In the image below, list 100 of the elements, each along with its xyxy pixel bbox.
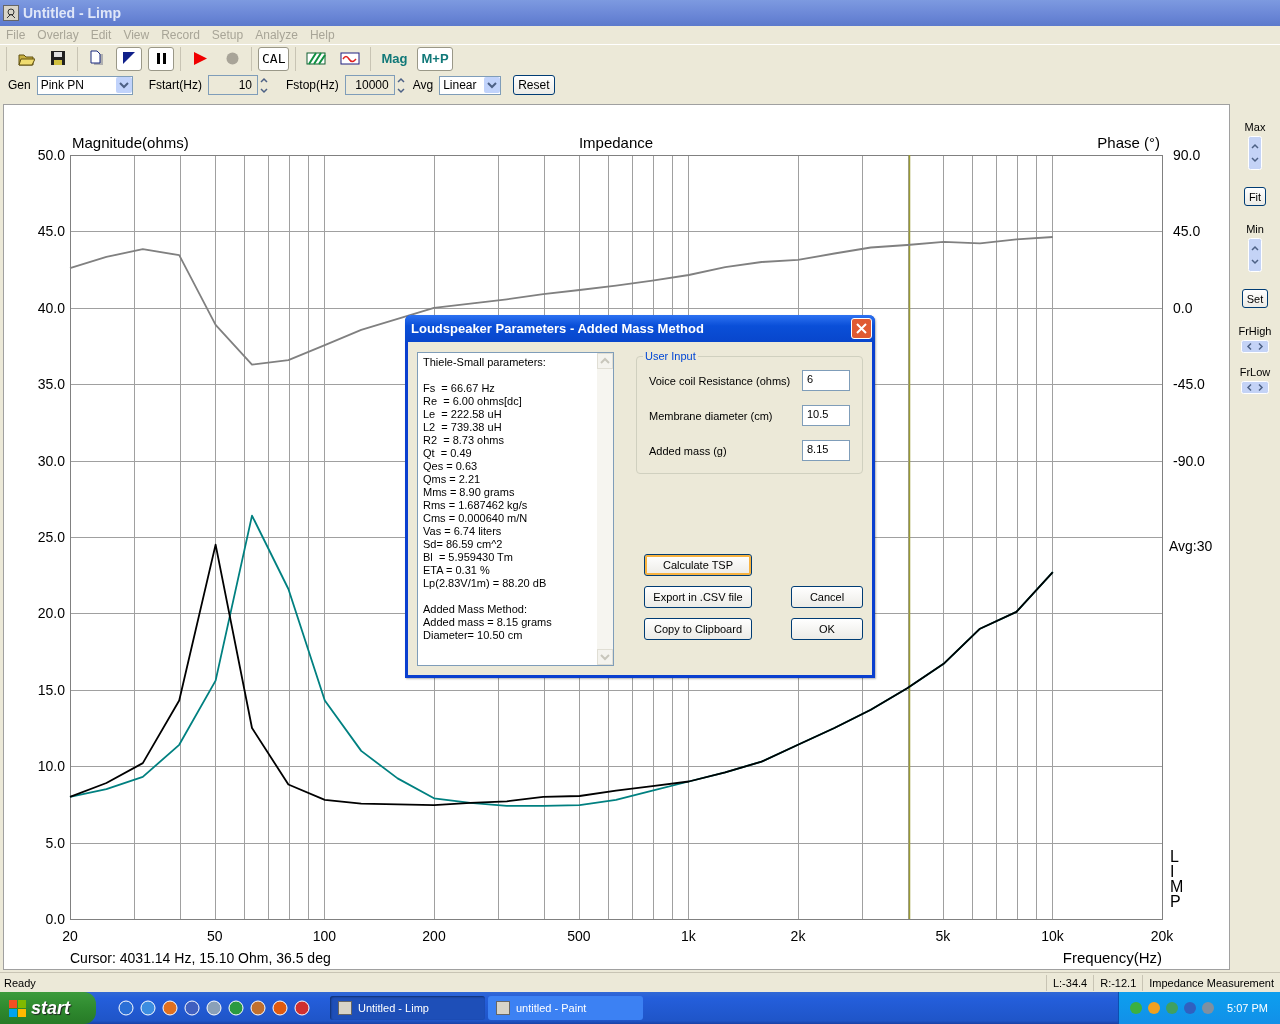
toolbar-button[interactable]: Mag [377, 46, 412, 71]
reset-button[interactable]: Reset [513, 75, 555, 95]
y-tick-label: 20.0 [37, 605, 65, 622]
fstart-field[interactable]: 10 [208, 75, 258, 95]
input-field[interactable]: 10.5 [802, 405, 850, 426]
y2-tick-label: -45.0 [1173, 376, 1205, 393]
dialog-button[interactable]: Export in .CSV file [644, 586, 752, 608]
field-label: Gen [8, 78, 31, 92]
spinner-control[interactable] [258, 75, 270, 95]
caret-icon [484, 77, 501, 93]
launcher-icon[interactable] [162, 1000, 178, 1016]
launcher-icon[interactable] [184, 1000, 200, 1016]
launcher-icon[interactable] [118, 1000, 134, 1016]
parameter-line: L2 = 739.38 uH [423, 421, 503, 434]
scrollbar[interactable] [597, 353, 613, 665]
y2-tick-label: 45.0 [1173, 223, 1201, 240]
results-text-area[interactable] [417, 352, 614, 666]
field-label: Membrane diameter (cm) [649, 409, 773, 422]
spinner-control[interactable] [1241, 381, 1269, 394]
close-icon [855, 322, 868, 335]
triangle-icon [120, 50, 138, 67]
toolbar-button[interactable] [148, 46, 174, 71]
y2-tick-label: 0.0 [1173, 299, 1193, 316]
generator-dropdown[interactable]: Pink PN [36, 75, 133, 95]
dialog-button[interactable]: Calculate TSP [644, 554, 752, 576]
parameter-line: Cms = 0.000640 m/N [423, 512, 529, 525]
group-title: User Input [644, 350, 697, 362]
chart-title: Impedance [578, 134, 654, 151]
status-text: L:-34.4 [1045, 974, 1094, 991]
window-title: Untitled - Limp [23, 5, 121, 21]
dialog-button[interactable]: Cancel [791, 586, 863, 608]
scroll-down-icon [597, 649, 613, 665]
x-tick-label: 100 [312, 928, 337, 944]
y2-tick-label: -90.0 [1173, 452, 1205, 469]
parameter-line: Bl = 5.959430 Tm [423, 551, 514, 564]
x-axis-title: Frequency(Hz) [1062, 949, 1162, 966]
launcher-icon[interactable] [272, 1000, 288, 1016]
window-icon [496, 1001, 510, 1015]
play-icon [191, 50, 209, 67]
spinner-control[interactable] [1248, 238, 1262, 272]
window-icon [338, 1001, 352, 1015]
toolbar-button[interactable]: CAL [258, 46, 290, 71]
parameter-line: Thiele-Small parameters: [423, 356, 547, 369]
scroll-up-icon [597, 353, 613, 369]
striped-chart-icon [306, 50, 327, 67]
parameter-line: Mms = 8.90 grams [423, 486, 516, 499]
average-count-label: Avg:30 [1169, 538, 1213, 554]
input-field[interactable]: 6 [802, 370, 850, 391]
y-tick-label: 5.0 [45, 834, 65, 851]
status-text: Impedance Measurement [1142, 974, 1280, 991]
x-tick-label: 5k [935, 928, 951, 944]
y-tick-label: 10.0 [37, 758, 65, 775]
y-tick-label: 25.0 [37, 529, 65, 545]
panel-button[interactable]: Set [1241, 289, 1269, 308]
spinner-control[interactable] [1248, 136, 1262, 170]
x-tick-label: 2k [790, 928, 806, 944]
panel-button[interactable]: Fit [1243, 187, 1267, 206]
launcher-icon[interactable] [206, 1000, 222, 1016]
start-button[interactable]: start [0, 992, 96, 1024]
circle-icon [223, 50, 241, 67]
taskbar-button[interactable]: Untitled - Limp [330, 996, 485, 1020]
x-tick-label: 20 [62, 928, 78, 944]
spinner-control[interactable] [394, 75, 407, 95]
field-label: Fstart(Hz) [148, 78, 202, 92]
app-icon [3, 5, 19, 21]
parameter-line: Added Mass Method: [423, 603, 528, 616]
parameter-line: Vas = 6.74 liters [423, 525, 503, 538]
y-tick-label: 30.0 [37, 452, 65, 469]
y-tick-label: 15.0 [37, 681, 65, 698]
clock: 5:07 PM [1227, 1002, 1268, 1014]
caret-icon [115, 77, 132, 93]
toolbar-button[interactable] [116, 46, 142, 71]
launcher-icon[interactable] [228, 1000, 244, 1016]
parameter-line: Qt = 0.49 [423, 447, 473, 460]
panel-label: FrLow [1239, 366, 1271, 378]
x-tick-label: 20k [1150, 928, 1174, 944]
x-tick-label: 1k [681, 928, 696, 944]
fstop-field[interactable]: 10000 [344, 75, 395, 95]
parameter-line: Sd= 86.59 cm^2 [423, 538, 504, 551]
x-tick-label: 500 [567, 928, 591, 944]
taskbar-button[interactable]: untitled - Paint [488, 996, 643, 1020]
field-label: Added mass (g) [649, 444, 727, 457]
input-field[interactable]: 8.15 [802, 440, 850, 461]
parameter-line: Le = 222.58 uH [423, 408, 503, 421]
launcher-icon[interactable] [140, 1000, 156, 1016]
dialog-button[interactable]: Copy to Clipboard [644, 618, 752, 640]
dialog-button[interactable]: OK [791, 618, 863, 640]
launcher-icon[interactable] [294, 1000, 310, 1016]
close-button[interactable] [851, 318, 872, 339]
y2-axis-title: Phase (°) [1097, 134, 1160, 151]
dialog-title: Loudspeaker Parameters - Added Mass Method [411, 321, 704, 336]
parameter-line: Re = 6.00 ohms[dc] [423, 395, 523, 408]
average-dropdown[interactable]: Linear [439, 75, 502, 95]
toolbar-button[interactable]: M+P [417, 46, 453, 71]
spinner-control[interactable] [1241, 340, 1269, 353]
launcher-icon[interactable] [250, 1000, 266, 1016]
parameter-line: Lp(2.83V/1m) = 88.20 dB [423, 577, 548, 590]
parameter-line: Rms = 1.687462 kg/s [423, 499, 529, 512]
y-tick-label: 45.0 [37, 223, 65, 240]
parameter-line: Qes = 0.63 [423, 460, 479, 473]
